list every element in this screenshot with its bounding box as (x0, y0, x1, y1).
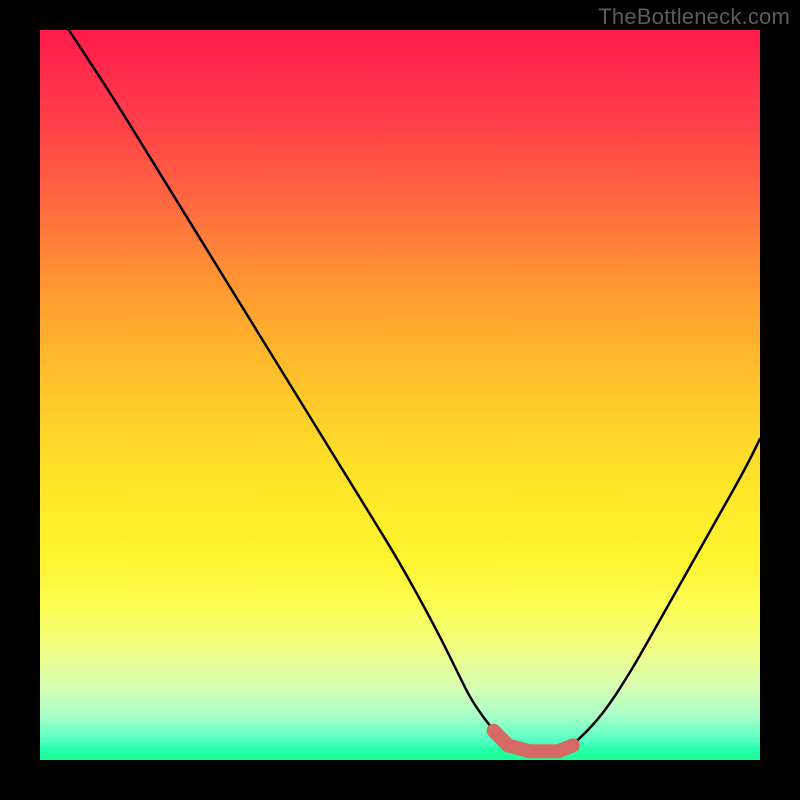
watermark-text: TheBottleneck.com (598, 4, 790, 30)
chart-frame: TheBottleneck.com (0, 0, 800, 800)
plot-area (40, 30, 760, 760)
bottleneck-curve-svg (40, 30, 760, 760)
highlight-region (494, 731, 573, 751)
bottleneck-curve (69, 30, 760, 753)
